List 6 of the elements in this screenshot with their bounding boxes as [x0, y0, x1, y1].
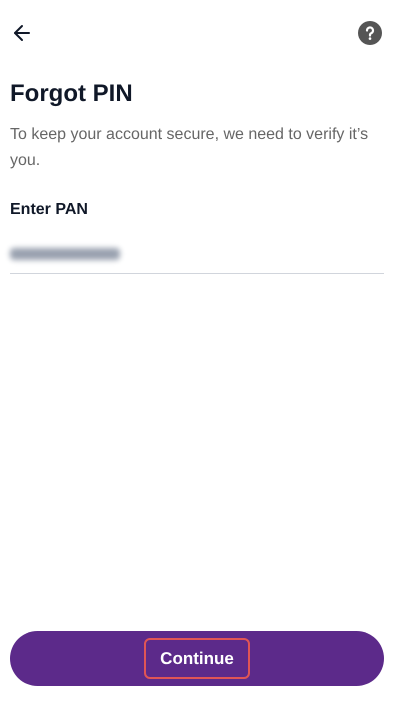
- subtitle-text: To keep your account secure, we need to verify it’s you.: [10, 125, 370, 171]
- page-title: Forgot PIN: [10, 79, 134, 109]
- help-icon[interactable]: [358, 21, 382, 45]
- continue-label: Continue: [144, 638, 250, 680]
- field-label: Enter PAN: [10, 200, 89, 220]
- continue-button[interactable]: Continue: [10, 631, 384, 686]
